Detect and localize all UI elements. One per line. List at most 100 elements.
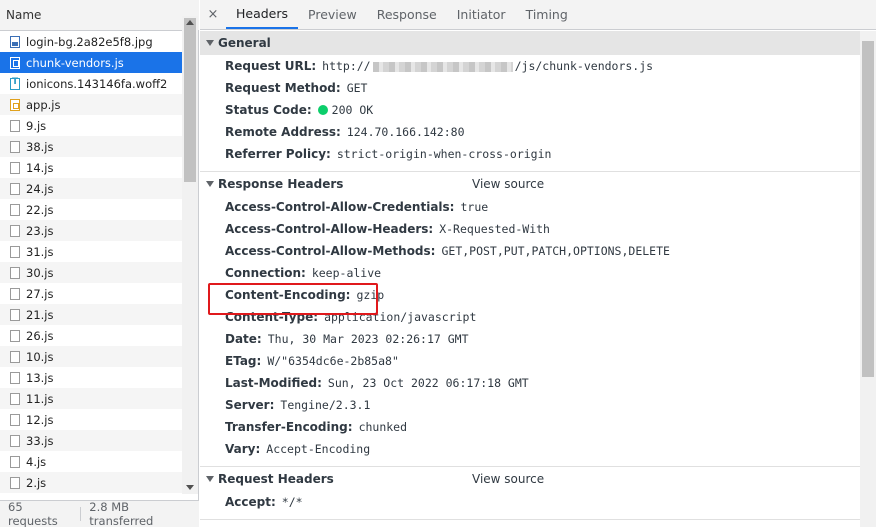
detail-tabbar: × Headers Preview Response Initiator Tim… bbox=[200, 0, 876, 30]
tab-preview[interactable]: Preview bbox=[298, 0, 367, 29]
request-url-prefix: http:// bbox=[322, 59, 371, 73]
request-list-item[interactable]: app.js bbox=[0, 94, 182, 115]
request-url-suffix: /js/chunk-vendors.js bbox=[514, 59, 654, 73]
request-list-item[interactable]: 2.js bbox=[0, 472, 182, 493]
request-list-scrollbar-thumb[interactable] bbox=[184, 18, 196, 182]
general-section-title: General bbox=[218, 36, 271, 50]
response-header-key: Transfer-Encoding: bbox=[225, 420, 353, 434]
network-status-bar: 65 requests 2.8 MB transferred bbox=[0, 500, 199, 527]
request-list-item[interactable]: login-bg.2a82e5f8.jpg bbox=[0, 31, 182, 52]
referrer-policy-value: strict-origin-when-cross-origin bbox=[336, 147, 552, 161]
request-list-item[interactable]: 23.js bbox=[0, 220, 182, 241]
tab-initiator[interactable]: Initiator bbox=[447, 0, 516, 29]
request-list-item[interactable]: 24.js bbox=[0, 178, 182, 199]
document-file-icon bbox=[10, 203, 20, 216]
name-column-header[interactable]: Name bbox=[0, 0, 199, 31]
response-header-key: ETag: bbox=[225, 354, 262, 368]
request-name: 22.js bbox=[26, 202, 54, 217]
document-file-icon bbox=[10, 329, 20, 342]
request-list-item[interactable]: chunk-vendors.js bbox=[0, 52, 182, 73]
response-header-key: Connection: bbox=[225, 266, 306, 280]
status-code-key: Status Code: bbox=[225, 103, 312, 117]
request-list-item[interactable]: 13.js bbox=[0, 367, 182, 388]
request-list-item[interactable]: 38.js bbox=[0, 136, 182, 157]
request-list-item[interactable]: 22.js bbox=[0, 199, 182, 220]
document-file-icon bbox=[10, 245, 20, 258]
response-header-value: keep-alive bbox=[311, 266, 382, 280]
document-file-icon bbox=[10, 455, 20, 468]
tab-timing[interactable]: Timing bbox=[516, 0, 578, 29]
response-headers-section: Response Headers View source Access-Cont… bbox=[200, 172, 860, 467]
headers-scrollbar[interactable] bbox=[860, 31, 876, 527]
request-header-row: Accept: */* bbox=[200, 491, 860, 513]
response-header-value: W/"6354dc6e-2b85a8" bbox=[267, 354, 399, 368]
request-list-item[interactable]: 12.js bbox=[0, 409, 182, 430]
response-headers-title: Response Headers bbox=[218, 177, 344, 191]
response-header-key: Date: bbox=[225, 332, 262, 346]
request-name: 33.js bbox=[26, 433, 54, 448]
general-section-toggle[interactable]: General bbox=[200, 31, 860, 55]
request-detail-panel: × Headers Preview Response Initiator Tim… bbox=[200, 0, 876, 527]
request-list-item[interactable]: 31.js bbox=[0, 241, 182, 262]
document-file-icon bbox=[10, 287, 20, 300]
remote-address-value: 124.70.166.142:80 bbox=[346, 125, 465, 139]
status-ok-dot-icon bbox=[317, 105, 328, 115]
name-column-label: Name bbox=[6, 8, 42, 22]
status-code-row: Status Code: 200 OK bbox=[200, 99, 860, 121]
tab-headers[interactable]: Headers bbox=[226, 0, 299, 29]
response-header-row: Transfer-Encoding: chunked bbox=[200, 416, 860, 438]
request-url-row: Request URL: http:// /js/chunk-vendors.js bbox=[200, 55, 860, 77]
request-list-item[interactable]: 4.js bbox=[0, 451, 182, 472]
remote-address-key: Remote Address: bbox=[225, 125, 341, 139]
request-headers-toggle[interactable]: Request Headers View source bbox=[200, 467, 860, 491]
response-header-key: Access-Control-Allow-Methods: bbox=[225, 244, 436, 258]
response-header-key: Vary: bbox=[225, 442, 261, 456]
request-name: 10.js bbox=[26, 349, 54, 364]
document-file-icon bbox=[10, 413, 20, 426]
response-header-row: Date: Thu, 30 Mar 2023 02:26:17 GMT bbox=[200, 328, 860, 350]
request-name: 38.js bbox=[26, 139, 54, 154]
request-name: 9.js bbox=[26, 118, 47, 133]
document-file-icon bbox=[10, 392, 20, 405]
request-list-item[interactable]: 26.js bbox=[0, 325, 182, 346]
tab-response[interactable]: Response bbox=[367, 0, 447, 29]
request-list-item[interactable]: ionicons.143146fa.woff2 bbox=[0, 73, 182, 94]
response-headers-list: Access-Control-Allow-Credentials: true Acc… bbox=[200, 196, 860, 460]
request-list-item[interactable]: 30.js bbox=[0, 262, 182, 283]
headers-scrollbar-thumb[interactable] bbox=[862, 41, 874, 377]
scroll-down-arrow-icon[interactable] bbox=[186, 485, 194, 490]
document-file-icon bbox=[10, 140, 20, 153]
request-name: 31.js bbox=[26, 244, 54, 259]
request-list-item[interactable]: 21.js bbox=[0, 304, 182, 325]
scroll-up-arrow-icon[interactable] bbox=[186, 20, 194, 25]
expand-triangle-icon bbox=[206, 476, 214, 482]
request-list-item[interactable]: 9.js bbox=[0, 115, 182, 136]
request-view-source-link[interactable]: View source bbox=[472, 472, 544, 486]
request-name: 4.js bbox=[26, 454, 47, 469]
request-url-key: Request URL: bbox=[225, 59, 317, 73]
request-list-item[interactable]: 14.js bbox=[0, 157, 182, 178]
image-file-icon bbox=[10, 35, 20, 48]
request-list-scrollbar[interactable] bbox=[182, 16, 198, 494]
request-name: 21.js bbox=[26, 307, 54, 322]
response-header-row: Connection: keep-alive bbox=[200, 262, 860, 284]
request-list-panel: Name login-bg.2a82e5f8.jpg chunk-vendors.… bbox=[0, 0, 199, 527]
request-name: 24.js bbox=[26, 181, 54, 196]
response-header-row: Server: Tengine/2.3.1 bbox=[200, 394, 860, 416]
request-header-key: Accept: bbox=[225, 495, 276, 509]
request-headers-list: Accept: */* bbox=[200, 491, 860, 513]
request-list-item[interactable]: 33.js bbox=[0, 430, 182, 451]
response-header-row: Content-Type: application/javascript bbox=[200, 306, 860, 328]
response-header-key: Access-Control-Allow-Credentials: bbox=[225, 200, 455, 214]
request-url-value: http:// /js/chunk-vendors.js bbox=[322, 59, 653, 73]
response-view-source-link[interactable]: View source bbox=[472, 177, 544, 191]
request-list-item[interactable]: 27.js bbox=[0, 283, 182, 304]
response-header-key: Access-Control-Allow-Headers: bbox=[225, 222, 434, 236]
close-icon[interactable]: × bbox=[200, 0, 226, 29]
request-list: login-bg.2a82e5f8.jpg chunk-vendors.js ion… bbox=[0, 31, 182, 495]
response-headers-toggle[interactable]: Response Headers View source bbox=[200, 172, 860, 196]
response-header-value: true bbox=[460, 200, 489, 214]
request-list-item[interactable]: 11.js bbox=[0, 388, 182, 409]
request-name: 26.js bbox=[26, 328, 54, 343]
request-list-item[interactable]: 10.js bbox=[0, 346, 182, 367]
